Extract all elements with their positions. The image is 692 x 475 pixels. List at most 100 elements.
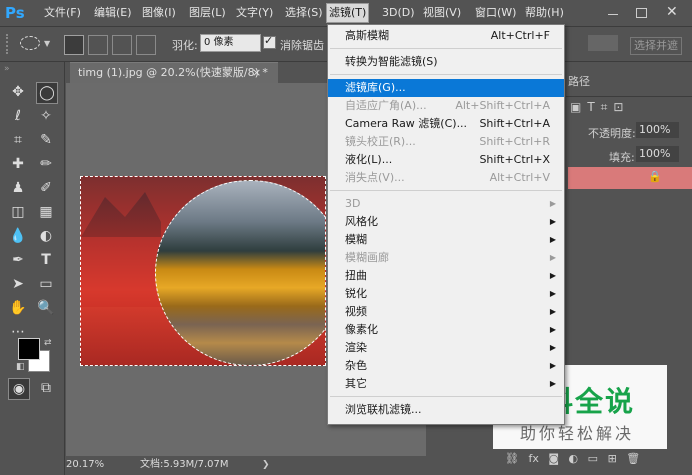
opacity-field[interactable]: 100% xyxy=(636,122,679,138)
filter-menu-item-label: 模糊画廊 xyxy=(345,251,389,264)
submenu-arrow-icon: ▶ xyxy=(549,379,556,388)
zoom-tool-icon[interactable]: 🔍 xyxy=(36,298,56,318)
menu-image[interactable]: 图像(I) xyxy=(140,4,178,22)
quick-mask-icon[interactable]: ◉ xyxy=(8,378,30,400)
crop-tool-icon[interactable]: ⌗ xyxy=(8,130,28,150)
intersect-selection-icon[interactable] xyxy=(136,35,156,55)
menu-view[interactable]: 视图(V) xyxy=(421,4,463,22)
select-and-mask-button[interactable]: 选择并遮 xyxy=(630,37,682,55)
swap-colors-icon[interactable]: ⇄ xyxy=(44,338,52,348)
filter-menu-item[interactable]: 风格化 ▶ xyxy=(328,213,564,231)
filter-menu-item[interactable]: 扭曲 ▶ xyxy=(328,267,564,285)
layers-panel-bottom-icons[interactable]: ⛓ fx ◙ ◐ ▭ ⊞ 🗑 xyxy=(505,452,640,465)
antialias-checkbox[interactable] xyxy=(263,34,276,49)
filter-menu-item[interactable]: 高斯模糊 Alt+Ctrl+F xyxy=(328,27,564,45)
photoshop-logo: Ps xyxy=(5,4,25,22)
document-tab-title: timg (1).jpg @ 20.2%(快速蒙版/8) * xyxy=(78,66,268,79)
dodge-tool-icon[interactable]: ◐ xyxy=(36,226,56,246)
menu-select[interactable]: 选择(S) xyxy=(283,4,325,22)
screen-mode-icon[interactable]: ⧉ xyxy=(36,378,56,398)
paths-tab[interactable]: 路径 xyxy=(568,73,590,89)
magic-wand-tool-icon[interactable]: ✧ xyxy=(36,106,56,126)
menu-filter[interactable]: 滤镜(T) xyxy=(326,3,370,23)
layer-row[interactable]: 🔒 xyxy=(568,167,692,189)
adjustment-icon[interactable]: ◐ xyxy=(569,452,579,465)
zoom-level[interactable]: 20.17% xyxy=(66,457,104,473)
gradient-tool-icon[interactable]: ▦ xyxy=(36,202,56,222)
filter-menu-item-label: 转换为智能滤镜(S) xyxy=(345,55,438,68)
filter-menu-item[interactable]: Camera Raw 滤镜(C)... Shift+Ctrl+A xyxy=(328,115,564,133)
filter-menu-item-label: 3D xyxy=(345,197,361,210)
antialias-label: 消除锯齿 xyxy=(280,39,324,52)
document-tab[interactable]: timg (1).jpg @ 20.2%(快速蒙版/8) * × xyxy=(70,62,278,83)
trash-icon[interactable]: 🗑 xyxy=(626,452,640,465)
add-selection-icon[interactable] xyxy=(88,35,108,55)
ellipse-marquee-icon[interactable] xyxy=(20,36,40,50)
move-tool-icon[interactable]: ✥ xyxy=(8,82,28,102)
menu-type[interactable]: 文字(Y) xyxy=(234,4,275,22)
grip-icon xyxy=(6,34,18,54)
filter-menu-item[interactable]: 锐化 ▶ xyxy=(328,285,564,303)
ellipse-marquee-tool-icon[interactable]: ◯ xyxy=(36,82,58,104)
minimize-icon[interactable] xyxy=(608,14,618,15)
filter-menu-item[interactable]: 模糊 ▶ xyxy=(328,231,564,249)
filter-menu-item[interactable]: 液化(L)... Shift+Ctrl+X xyxy=(328,151,564,169)
menu-file[interactable]: 文件(F) xyxy=(42,4,83,22)
feather-input[interactable]: 0 像素 xyxy=(200,34,261,52)
new-layer-icon[interactable]: ⊞ xyxy=(608,452,617,465)
menu-help[interactable]: 帮助(H) xyxy=(523,4,566,22)
filter-menu-item[interactable]: 视频 ▶ xyxy=(328,303,564,321)
filter-menu-item-shortcut: Alt+Shift+Ctrl+A xyxy=(455,99,550,112)
submenu-arrow-icon: ▶ xyxy=(549,199,556,208)
close-tab-icon[interactable]: × xyxy=(252,63,261,83)
maximize-icon[interactable] xyxy=(636,8,647,18)
filter-menu-item-label: Camera Raw 滤镜(C)... xyxy=(345,117,468,130)
menu-window[interactable]: 窗口(W) xyxy=(473,4,518,22)
menu-layer[interactable]: 图层(L) xyxy=(187,4,228,22)
chevron-down-icon[interactable]: ▼ xyxy=(44,39,50,48)
menu-3d[interactable]: 3D(D) xyxy=(380,4,417,22)
default-colors-icon[interactable]: ◧ xyxy=(16,362,25,372)
filter-menu-item[interactable]: 像素化 ▶ xyxy=(328,321,564,339)
filter-menu-item[interactable]: 其它 ▶ xyxy=(328,375,564,393)
layer-filter-icons[interactable]: ▣T⌗⊡ xyxy=(570,100,629,115)
eyedropper-tool-icon[interactable]: ✎ xyxy=(36,130,56,150)
status-arrow-icon[interactable]: ❯ xyxy=(262,460,270,470)
filter-menu-item[interactable]: 杂色 ▶ xyxy=(328,357,564,375)
filter-menu-item[interactable]: 滤镜库(G)... xyxy=(328,79,564,97)
clone-stamp-tool-icon[interactable]: ♟ xyxy=(8,178,28,198)
filter-menu-item-shortcut: Alt+Ctrl+V xyxy=(489,171,550,184)
blur-tool-icon[interactable]: 💧 xyxy=(8,226,28,246)
fill-field[interactable]: 100% xyxy=(636,146,679,162)
filter-menu-item-label: 模糊 xyxy=(345,233,367,246)
lasso-tool-icon[interactable]: ℓ xyxy=(8,106,28,126)
lock-icon: 🔒 xyxy=(648,170,662,183)
filter-menu-item: 模糊画廊 ▶ xyxy=(328,249,564,267)
eraser-tool-icon[interactable]: ◫ xyxy=(8,202,28,222)
fx-icon[interactable]: fx xyxy=(528,452,538,465)
pen-tool-icon[interactable]: ✒ xyxy=(8,250,28,270)
filter-menu-item-shortcut: Alt+Ctrl+F xyxy=(490,29,550,42)
close-window-icon[interactable]: ✕ xyxy=(666,4,678,20)
collapse-icon[interactable]: » xyxy=(4,64,10,74)
height-field[interactable] xyxy=(588,35,618,51)
healing-brush-tool-icon[interactable]: ✚ xyxy=(8,154,28,174)
history-brush-tool-icon[interactable]: ✐ xyxy=(36,178,56,198)
path-selection-tool-icon[interactable]: ➤ xyxy=(8,274,28,294)
filter-menu-item[interactable]: 浏览联机滤镜... xyxy=(328,401,564,419)
document-image[interactable] xyxy=(80,176,326,366)
filter-menu-item[interactable]: 转换为智能滤镜(S) xyxy=(328,53,564,71)
folder-icon[interactable]: ▭ xyxy=(588,452,598,465)
submenu-arrow-icon: ▶ xyxy=(549,325,556,334)
new-selection-icon[interactable] xyxy=(64,35,84,55)
brush-tool-icon[interactable]: ✏ xyxy=(36,154,56,174)
subtract-selection-icon[interactable] xyxy=(112,35,132,55)
link-icon[interactable]: ⛓ xyxy=(505,452,519,465)
filter-menu-item[interactable]: 渲染 ▶ xyxy=(328,339,564,357)
foreground-color-swatch[interactable] xyxy=(18,338,40,360)
rectangle-tool-icon[interactable]: ▭ xyxy=(36,274,56,294)
menu-edit[interactable]: 编辑(E) xyxy=(92,4,134,22)
hand-tool-icon[interactable]: ✋ xyxy=(8,298,28,318)
mask-icon[interactable]: ◙ xyxy=(548,452,559,465)
type-tool-icon[interactable]: T xyxy=(36,250,56,270)
